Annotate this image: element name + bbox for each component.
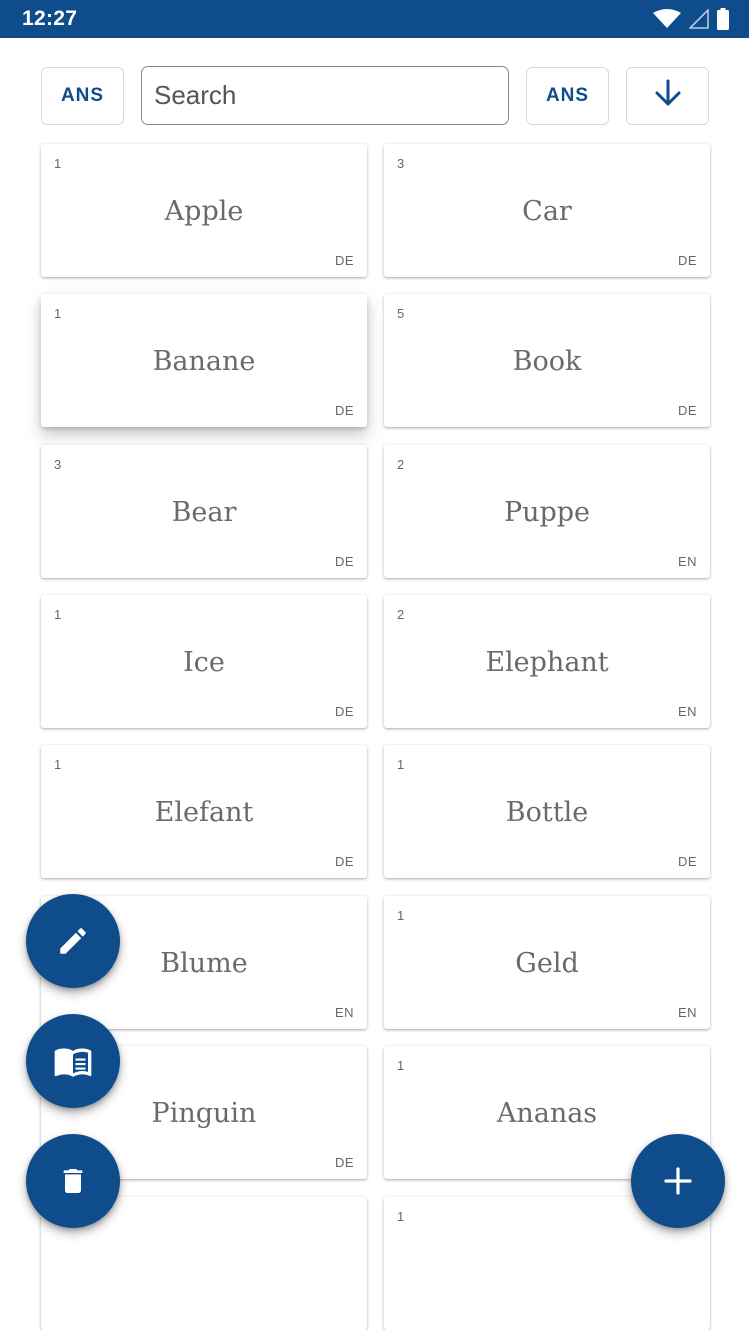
card-word: Apple [164, 196, 244, 227]
word-card[interactable]: 1 Banane DE [41, 294, 367, 427]
card-word: Ice [183, 647, 225, 678]
word-card[interactable]: 1 Bottle DE [384, 745, 710, 878]
word-card[interactable]: 2 Puppe EN [384, 445, 710, 578]
word-card[interactable]: 3 Car DE [384, 144, 710, 277]
edit-fab-button[interactable] [26, 894, 120, 988]
word-card[interactable]: 1 Ice DE [41, 595, 367, 728]
card-count: 5 [397, 306, 405, 321]
card-word: Elefant [154, 797, 254, 828]
card-count: 1 [397, 908, 405, 923]
card-count: 2 [397, 457, 405, 472]
delete-fab-button[interactable] [26, 1134, 120, 1228]
card-word: Geld [515, 948, 579, 979]
word-card[interactable]: 5 Book DE [384, 294, 710, 427]
card-count: 1 [397, 1058, 405, 1073]
card-language: EN [677, 1005, 697, 1020]
card-count: 1 [397, 1209, 405, 1224]
add-fab-button[interactable] [631, 1134, 725, 1228]
card-count: 1 [54, 306, 62, 321]
plus-icon [663, 1166, 693, 1196]
card-language: DE [334, 704, 354, 719]
card-language: DE [677, 403, 697, 418]
card-language: EN [334, 1005, 354, 1020]
card-count: 1 [54, 757, 62, 772]
card-count: 1 [54, 156, 62, 171]
card-count: 3 [397, 156, 405, 171]
word-card[interactable]: 1 Elefant DE [41, 745, 367, 878]
read-fab-button[interactable] [26, 1014, 120, 1108]
card-language: DE [334, 403, 354, 418]
card-language: DE [334, 1155, 354, 1170]
pencil-icon [56, 924, 90, 958]
card-word: Ananas [496, 1098, 598, 1129]
card-language: EN [677, 554, 697, 569]
word-card[interactable]: 1 Apple DE [41, 144, 367, 277]
card-language: DE [334, 253, 354, 268]
card-language: DE [677, 253, 697, 268]
card-word: Banane [152, 346, 256, 377]
card-word: Elephant [485, 647, 609, 678]
word-card[interactable]: 3 Bear DE [41, 445, 367, 578]
card-count: 1 [397, 757, 405, 772]
card-count: 3 [54, 457, 62, 472]
card-word: Bottle [505, 797, 589, 828]
card-count: 2 [397, 607, 405, 622]
card-language: DE [334, 854, 354, 869]
card-language: DE [334, 554, 354, 569]
word-card[interactable]: 2 Elephant EN [384, 595, 710, 728]
card-word: Puppe [503, 497, 591, 528]
word-card[interactable]: 1 Geld EN [384, 896, 710, 1029]
book-icon [53, 1041, 93, 1081]
card-count: 1 [54, 607, 62, 622]
trash-icon [57, 1165, 89, 1197]
card-language: EN [677, 704, 697, 719]
card-word: Bear [171, 497, 237, 528]
card-word: Car [522, 196, 572, 227]
card-word: Book [512, 346, 582, 377]
card-language: DE [677, 854, 697, 869]
